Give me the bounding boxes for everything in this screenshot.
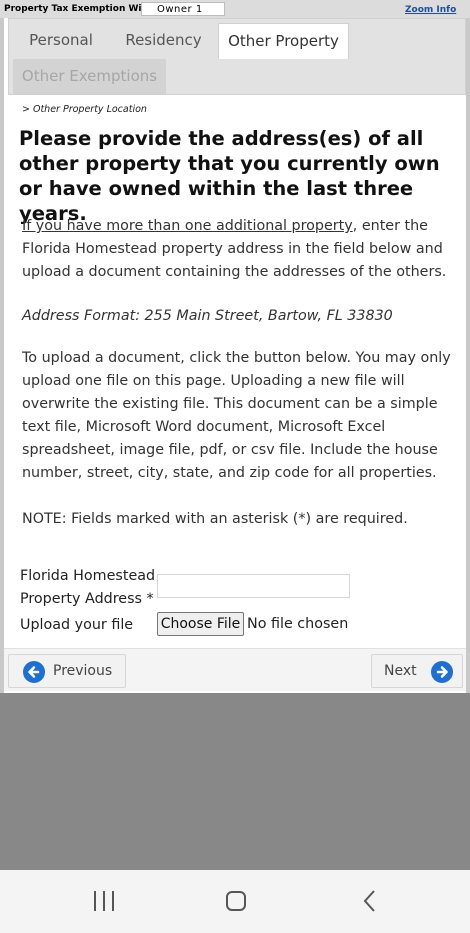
address-label: Florida Homestead Property Address * xyxy=(20,568,156,607)
recents-icon[interactable] xyxy=(92,888,116,918)
multiple-property-link[interactable]: If you have more than one additional pro… xyxy=(22,218,353,234)
next-button[interactable]: Next xyxy=(371,654,463,688)
wizard-footer: Previous Next xyxy=(4,648,466,691)
tab-personal[interactable]: Personal xyxy=(13,23,109,58)
required-note: NOTE: Fields marked with an asterisk (*)… xyxy=(22,511,408,527)
zoom-info-link[interactable]: Zoom Info xyxy=(405,5,456,15)
upload-instructions: To upload a document, click the button b… xyxy=(22,350,451,481)
owner-selector[interactable]: Owner 1 xyxy=(141,2,225,16)
previous-label: Previous xyxy=(53,663,113,679)
home-icon[interactable] xyxy=(224,888,248,918)
arrow-right-icon xyxy=(431,661,453,683)
tab-bar: Personal Residency Other Property Other … xyxy=(8,18,466,95)
instruction-paragraph: If you have more than one additional pro… xyxy=(22,215,458,284)
previous-button[interactable]: Previous xyxy=(8,654,126,688)
file-status: No file chosen xyxy=(247,616,349,632)
choose-file-button[interactable]: Choose File xyxy=(157,612,244,636)
next-label: Next xyxy=(384,663,417,679)
arrow-left-icon xyxy=(23,661,45,683)
system-navigation-bar xyxy=(0,870,470,933)
tab-other-property[interactable]: Other Property xyxy=(218,23,349,59)
title-bar: Property Tax Exemption Wizard - Owner 1 … xyxy=(0,0,470,18)
breadcrumb: > Other Property Location xyxy=(22,104,147,115)
address-format-hint: Address Format: 255 Main Street, Bartow,… xyxy=(22,308,393,324)
homestead-address-input[interactable] xyxy=(157,574,350,598)
upload-label: Upload your file xyxy=(20,617,134,633)
page-heading: Please provide the address(es) of all ot… xyxy=(19,127,440,225)
tab-other-exemptions: Other Exemptions xyxy=(13,59,166,94)
tab-residency[interactable]: Residency xyxy=(111,23,216,58)
back-icon[interactable] xyxy=(360,888,380,918)
